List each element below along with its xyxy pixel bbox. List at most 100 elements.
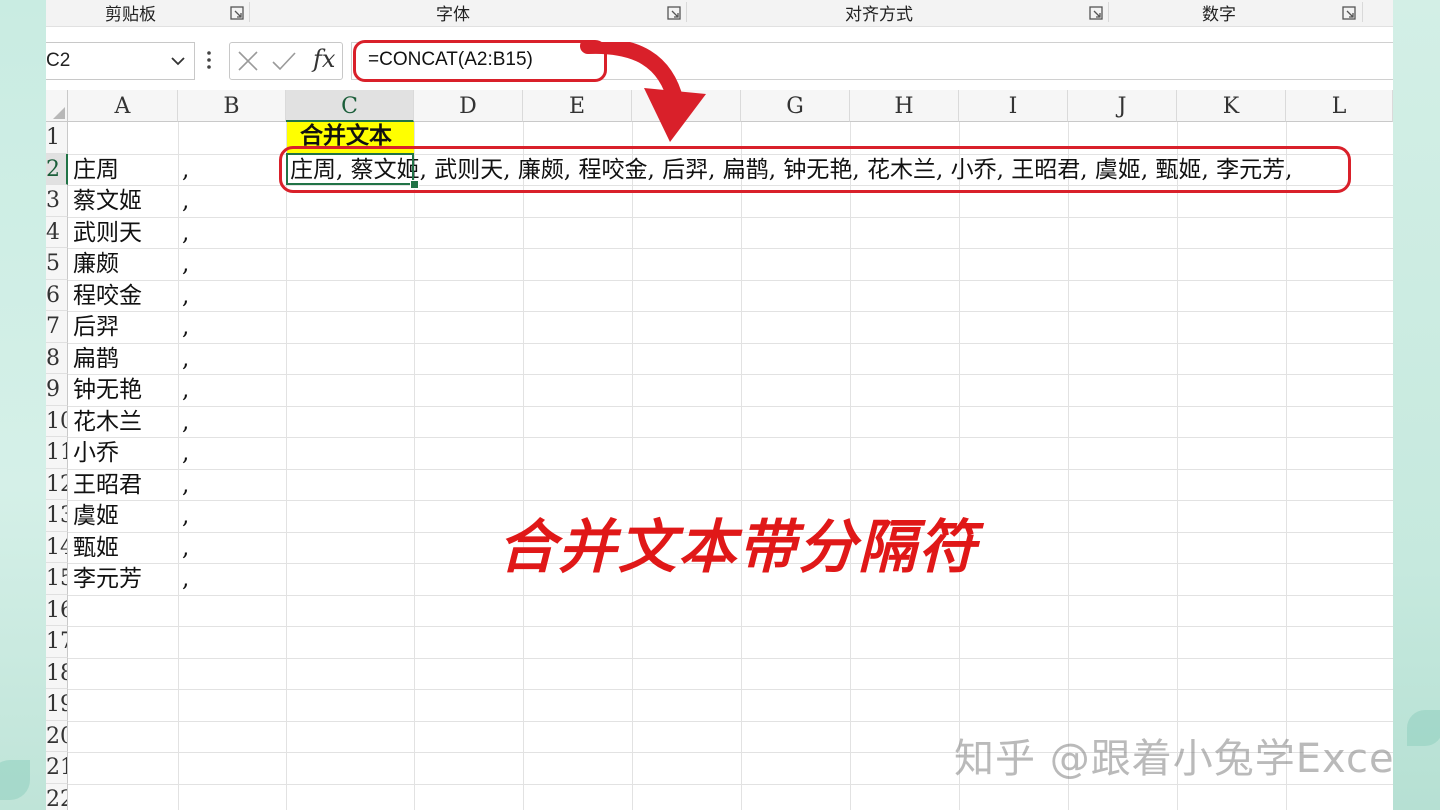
dialog-launcher-icon[interactable]	[1342, 5, 1356, 20]
row-header-13[interactable]: 13	[46, 500, 68, 532]
cell-a7[interactable]: 后羿	[73, 312, 119, 343]
grid-line	[1068, 122, 1069, 810]
cell-a3[interactable]: 蔡文姬	[73, 186, 142, 217]
cell-b11[interactable]: ,	[182, 438, 189, 469]
dialog-launcher-icon[interactable]	[667, 5, 681, 20]
cell-a6[interactable]: 程咬金	[73, 281, 142, 312]
cell-b10[interactable]: ,	[182, 407, 189, 438]
row-header-7[interactable]: 7	[46, 311, 68, 343]
cell-b6[interactable]: ,	[182, 281, 189, 312]
cell-b2[interactable]: ,	[182, 155, 189, 186]
row-header-1[interactable]: 1	[46, 122, 68, 154]
cell-b13[interactable]: ,	[182, 501, 189, 532]
row-header-2[interactable]: 2	[46, 153, 68, 185]
column-header-i[interactable]: I	[959, 90, 1068, 122]
ribbon-group-bar: 剪贴板 字体 对齐方式 数字	[46, 0, 1393, 27]
cell-a10[interactable]: 花木兰	[73, 407, 142, 438]
row-header-17[interactable]: 17	[46, 626, 68, 658]
column-header-d[interactable]: D	[414, 90, 523, 122]
row-header-5[interactable]: 5	[46, 248, 68, 280]
cell-a4[interactable]: 武则天	[73, 218, 142, 249]
chevron-down-icon[interactable]	[170, 53, 186, 69]
cell-a15[interactable]: 李元芳	[73, 564, 142, 595]
ribbon-separator	[1362, 2, 1363, 22]
cell-a11[interactable]: 小乔	[73, 438, 119, 469]
column-header-g[interactable]: G	[741, 90, 850, 122]
grid-line	[68, 594, 1393, 596]
annotation-arrow-icon	[580, 42, 706, 142]
grid-line	[68, 342, 1393, 344]
grid-line	[68, 657, 1393, 659]
cell-b12[interactable]: ,	[182, 470, 189, 501]
grid-line	[1286, 122, 1287, 810]
cell-b14[interactable]: ,	[182, 533, 189, 564]
row-header-22[interactable]: 22	[46, 783, 68, 810]
grid-line	[68, 626, 1393, 627]
grid-line	[414, 122, 415, 810]
column-header-a[interactable]: A	[68, 90, 178, 122]
column-header-j[interactable]: J	[1068, 90, 1177, 122]
cell-a9[interactable]: 钟无艳	[73, 375, 142, 406]
leaf-decoration	[0, 760, 30, 800]
vertical-ellipsis-icon[interactable]	[206, 50, 212, 75]
cell-a14[interactable]: 甄姬	[73, 533, 119, 564]
dialog-launcher-icon[interactable]	[1089, 5, 1103, 20]
grid-line	[523, 122, 524, 810]
column-header-k[interactable]: K	[1177, 90, 1286, 122]
cell-b9[interactable]: ,	[182, 375, 189, 406]
row-header-3[interactable]: 3	[46, 185, 68, 217]
name-box-value: C2	[46, 50, 71, 71]
column-header-c[interactable]: C	[286, 90, 414, 122]
row-header-8[interactable]: 8	[46, 342, 68, 374]
ribbon-group-alignment-label: 对齐方式	[845, 5, 913, 25]
cell-b3[interactable]: ,	[182, 186, 189, 217]
insert-function-button[interactable]: fx	[313, 45, 335, 73]
right-background-panel	[1393, 0, 1440, 810]
grid-line	[741, 122, 742, 810]
row-header-16[interactable]: 16	[46, 594, 68, 626]
row-header-14[interactable]: 14	[46, 531, 68, 563]
ribbon-group-clipboard-label: 剪贴板	[105, 5, 156, 25]
cell-a5[interactable]: 廉颇	[73, 249, 119, 280]
grid-line	[68, 405, 1393, 407]
row-header-20[interactable]: 20	[46, 720, 68, 752]
ribbon-separator	[686, 2, 687, 22]
cell-b4[interactable]: ,	[182, 218, 189, 249]
ribbon-separator	[249, 2, 250, 22]
grid-line	[68, 216, 1393, 218]
cell-b15[interactable]: ,	[182, 564, 189, 595]
column-header-l[interactable]: L	[1286, 90, 1393, 122]
select-all-corner[interactable]	[46, 90, 68, 122]
row-header-19[interactable]: 19	[46, 689, 68, 721]
row-header-9[interactable]: 9	[46, 374, 68, 406]
cell-b8[interactable]: ,	[182, 344, 189, 375]
row-header-11[interactable]: 11	[46, 437, 68, 469]
result-highlight-outline	[279, 146, 1351, 193]
ribbon-separator	[1108, 2, 1109, 22]
column-header-h[interactable]: H	[850, 90, 959, 122]
left-background-panel	[0, 0, 46, 810]
row-header-12[interactable]: 12	[46, 468, 68, 500]
cell-b7[interactable]: ,	[182, 312, 189, 343]
watermark: 知乎 @跟着小兔学Excel	[954, 736, 1393, 782]
cancel-icon[interactable]	[236, 49, 260, 73]
cell-b5[interactable]: ,	[182, 249, 189, 280]
row-header-21[interactable]: 21	[46, 752, 68, 784]
grid-line	[178, 122, 179, 810]
formula-bar: C2 fx =CONCAT(A2:B15)	[46, 32, 1393, 88]
row-header-10[interactable]: 10	[46, 405, 68, 437]
name-box[interactable]: C2	[46, 42, 195, 80]
cell-a2[interactable]: 庄周	[73, 155, 119, 186]
row-header-4[interactable]: 4	[46, 216, 68, 248]
row-header-18[interactable]: 18	[46, 657, 68, 689]
row-header-15[interactable]: 15	[46, 563, 68, 595]
cell-a12[interactable]: 王昭君	[73, 470, 142, 501]
row-header-6[interactable]: 6	[46, 279, 68, 311]
check-icon[interactable]	[271, 49, 297, 73]
grid-line	[68, 374, 1393, 375]
dialog-launcher-icon[interactable]	[230, 5, 244, 20]
cell-a13[interactable]: 虞姬	[73, 501, 119, 532]
ribbon-group-font-label: 字体	[436, 5, 470, 25]
column-header-b[interactable]: B	[178, 90, 286, 122]
cell-a8[interactable]: 扁鹊	[73, 344, 119, 375]
